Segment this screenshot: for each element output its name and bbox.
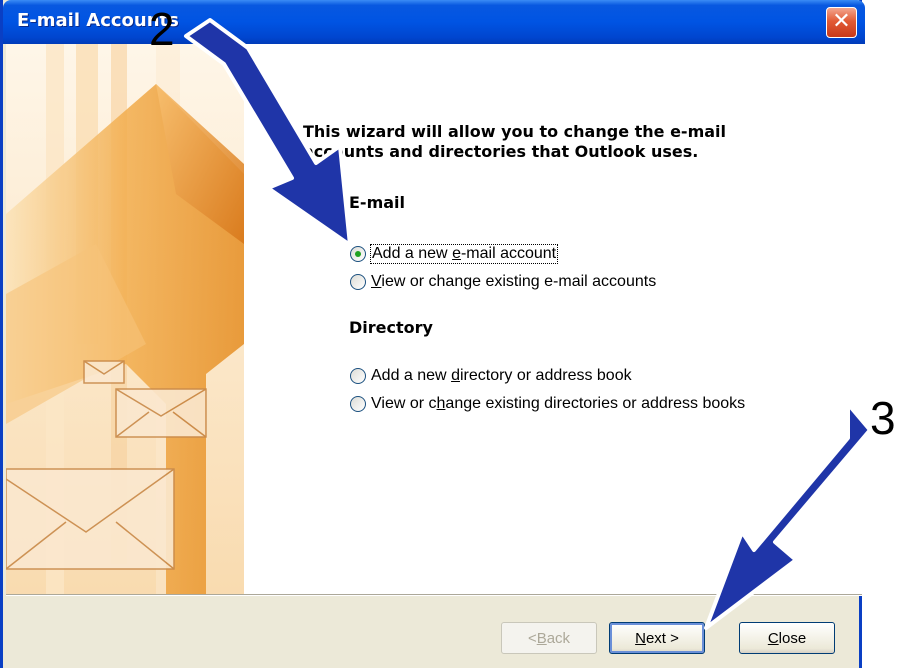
next-button[interactable]: Next > xyxy=(609,622,705,654)
radio-label: View or change existing e-mail accounts xyxy=(371,273,657,290)
back-button[interactable]: < Back xyxy=(501,622,597,654)
email-accounts-dialog: E-mail Accounts ✕ This wizard will allow… xyxy=(0,0,865,668)
step-2-label: 2 xyxy=(149,3,175,55)
radio-unchecked-icon[interactable] xyxy=(350,274,366,290)
radio-view-email-accounts[interactable]: View or change existing e-mail accounts xyxy=(350,271,656,293)
radio-view-directories[interactable]: View or change existing directories or a… xyxy=(350,393,745,415)
radio-checked-icon[interactable] xyxy=(350,246,366,262)
envelope-art-icon xyxy=(6,44,244,594)
radio-add-email-account[interactable]: Add a new e-mail account xyxy=(350,243,559,265)
title-bar[interactable]: E-mail Accounts ✕ xyxy=(3,0,865,44)
radio-unchecked-icon[interactable] xyxy=(350,368,366,384)
close-window-button[interactable]: ✕ xyxy=(826,7,857,38)
wizard-intro: This wizard will allow you to change the… xyxy=(303,122,726,162)
radio-unchecked-icon[interactable] xyxy=(350,396,366,412)
radio-label: Add a new e-mail account xyxy=(369,244,559,264)
close-icon: ✕ xyxy=(832,9,851,34)
radio-label: Add a new directory or address book xyxy=(371,367,632,384)
intro-line-1: This wizard will allow you to change the… xyxy=(303,122,727,141)
email-group-title: E-mail xyxy=(349,193,406,212)
close-button[interactable]: Close xyxy=(739,622,835,654)
directory-group-title: Directory xyxy=(349,318,433,337)
wizard-side-art xyxy=(6,44,244,594)
radio-label: View or change existing directories or a… xyxy=(371,395,746,412)
intro-line-2: accounts and directories that Outlook us… xyxy=(303,142,699,161)
step-3-label: 3 xyxy=(870,392,896,444)
radio-add-directory[interactable]: Add a new directory or address book xyxy=(350,365,632,387)
footer-divider xyxy=(6,594,862,596)
